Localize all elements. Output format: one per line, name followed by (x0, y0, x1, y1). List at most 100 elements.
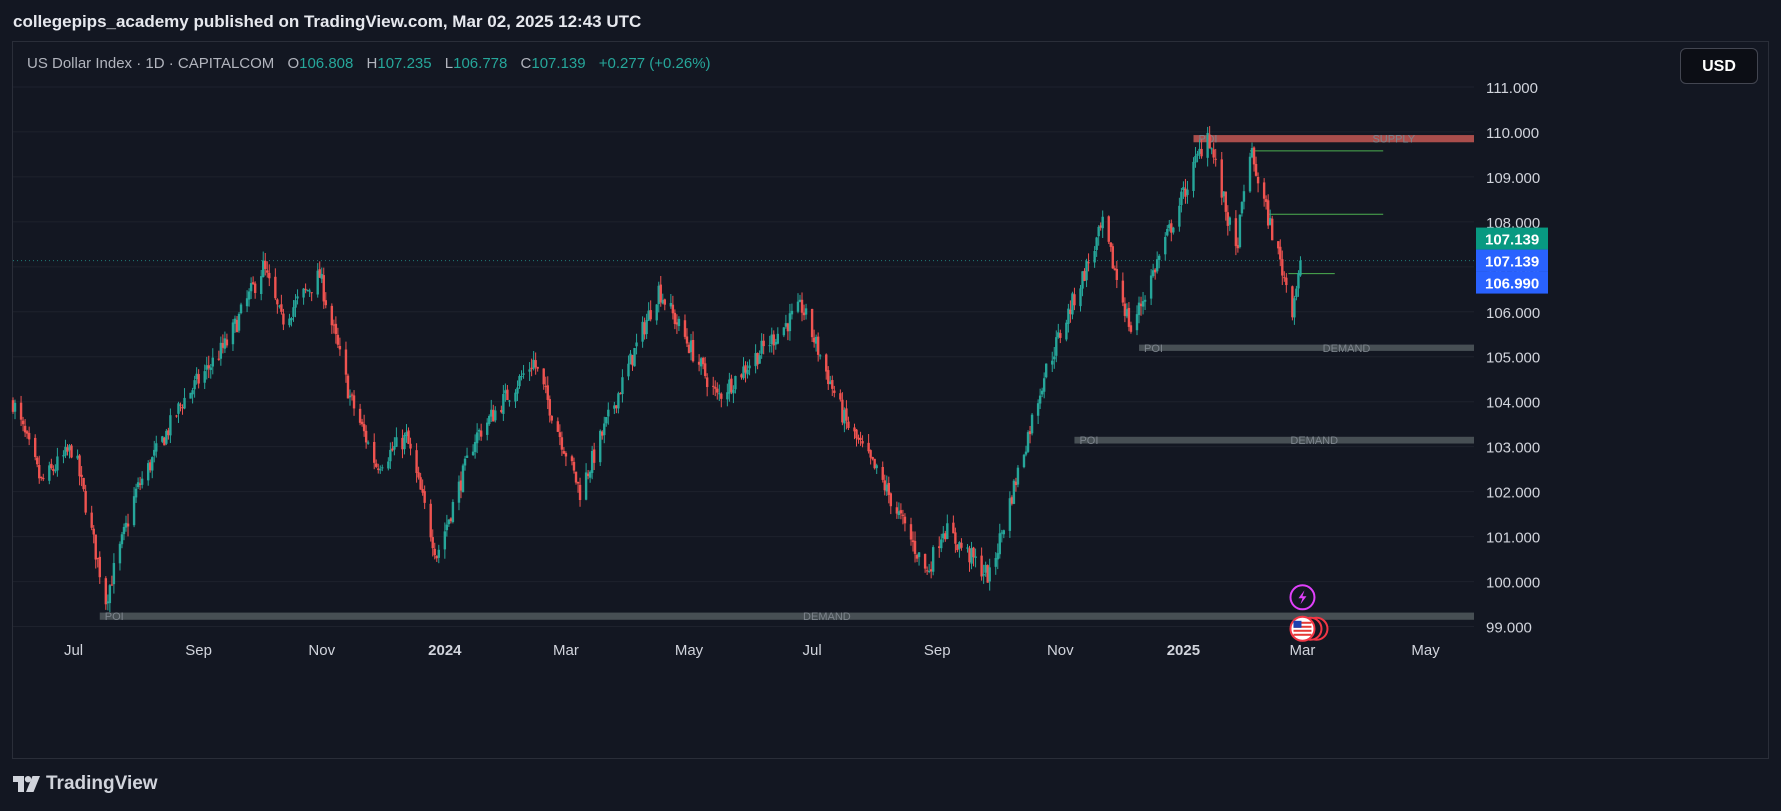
candle-up (231, 322, 235, 345)
candle-up (782, 327, 786, 336)
close-value: 107.139 (531, 55, 586, 72)
candle-down (36, 457, 39, 465)
candle-down (274, 276, 277, 299)
levels-layer (13, 150, 1474, 275)
currency-button[interactable]: USD (1680, 48, 1758, 84)
time-axis: Jul Sep Nov 2024 Mar May Jul Sep Nov 2025 Mar May (64, 642, 1440, 659)
change-value: +0.277 (+0.26%) (598, 55, 711, 72)
candle-up (1186, 189, 1189, 196)
candle-down (592, 449, 596, 463)
candle-down (336, 334, 340, 345)
symbol-info: US Dollar Index · 1D · CAPITALCOM (27, 55, 275, 72)
candle-up (290, 317, 293, 321)
candle-down (859, 437, 862, 440)
price-tick-label: 109.000 (1486, 170, 1540, 187)
candle-down (304, 288, 307, 290)
candle-down (1212, 149, 1215, 158)
candle-up (395, 437, 398, 447)
candle-down (322, 275, 325, 302)
candle-down (564, 453, 568, 457)
candle-up (508, 400, 511, 402)
candle-up (108, 585, 112, 604)
candle-up (1172, 227, 1175, 233)
candle-up (260, 276, 263, 295)
candle-down (534, 360, 537, 368)
candle-up (381, 467, 384, 469)
candle-down (375, 463, 378, 467)
price-tag-label: 107.139 (1485, 232, 1539, 249)
candle-down (338, 345, 342, 350)
candle-down (1127, 307, 1131, 327)
candle-up (940, 539, 943, 549)
candle-up (1242, 191, 1246, 202)
candle-down (1256, 176, 1260, 184)
candle-down (1281, 259, 1284, 276)
candle-up (875, 465, 878, 469)
candle-up (514, 392, 517, 402)
candle-down (816, 336, 820, 355)
close-label: C (520, 55, 532, 72)
candle-up (748, 365, 751, 369)
candle-up (1194, 155, 1197, 163)
candle-down (705, 377, 709, 388)
zone-poi-label: POI (1144, 343, 1163, 355)
candle-down (253, 283, 257, 294)
candle-up (1022, 454, 1026, 468)
candle-down (1121, 280, 1125, 303)
candle-up (804, 308, 808, 315)
candle-up (1135, 314, 1139, 331)
demand-zone (99, 612, 1475, 620)
candle-down (179, 404, 182, 406)
candle-down (542, 368, 545, 385)
candle-up (603, 423, 606, 436)
candle-up (209, 367, 212, 370)
candle-up (302, 288, 305, 298)
candle-up (112, 563, 116, 585)
candle-down (282, 313, 285, 325)
candle-down (972, 547, 975, 558)
candle-down (574, 471, 578, 483)
candle-up (528, 369, 531, 372)
candle-up (605, 417, 608, 424)
candle-up (488, 415, 491, 425)
high-label: H (366, 55, 378, 72)
candle-down (861, 441, 864, 444)
candle-up (635, 342, 638, 347)
candle-up (621, 377, 624, 395)
candle-up (1101, 216, 1104, 229)
candle-up (966, 547, 969, 549)
candle-up (463, 458, 467, 466)
candle-down (358, 408, 362, 423)
tradingview-logo-icon (13, 776, 40, 792)
candlestick-chart[interactable]: POISUPPLYPOIDEMANDPOIDEMANDPOIDEMAND 99.… (0, 0, 1781, 811)
candle-down (110, 584, 114, 586)
candle-up (746, 369, 749, 375)
candle-down (952, 522, 955, 534)
candle-down (419, 477, 422, 490)
time-tick-label: 2024 (428, 642, 462, 659)
candle-up (1299, 260, 1302, 276)
candle-up (518, 376, 521, 387)
candle-down (546, 385, 549, 400)
candle-up (1002, 530, 1006, 535)
price-axis: 99.000 100.000 101.000 102.000 103.000 104.00… (1486, 80, 1540, 637)
candle-down (960, 542, 963, 548)
price-tag-label: 106.990 (1485, 276, 1539, 293)
candle-up (1026, 432, 1030, 452)
candle-down (556, 421, 560, 432)
candle-down (429, 503, 432, 538)
price-tick-label: 111.000 (1486, 80, 1538, 97)
candle-up (1155, 259, 1159, 272)
demand-zone (1074, 436, 1474, 444)
supply-zone (1193, 135, 1474, 143)
candle-down (276, 299, 279, 305)
candle-down (42, 477, 45, 480)
candle-down (683, 320, 687, 337)
candle-down (716, 388, 719, 393)
candle-up (982, 574, 985, 576)
candle-up (1180, 191, 1183, 206)
candle-up (1248, 156, 1252, 192)
time-tick-label: May (675, 642, 704, 659)
candle-down (889, 493, 893, 507)
candle-down (845, 408, 848, 421)
